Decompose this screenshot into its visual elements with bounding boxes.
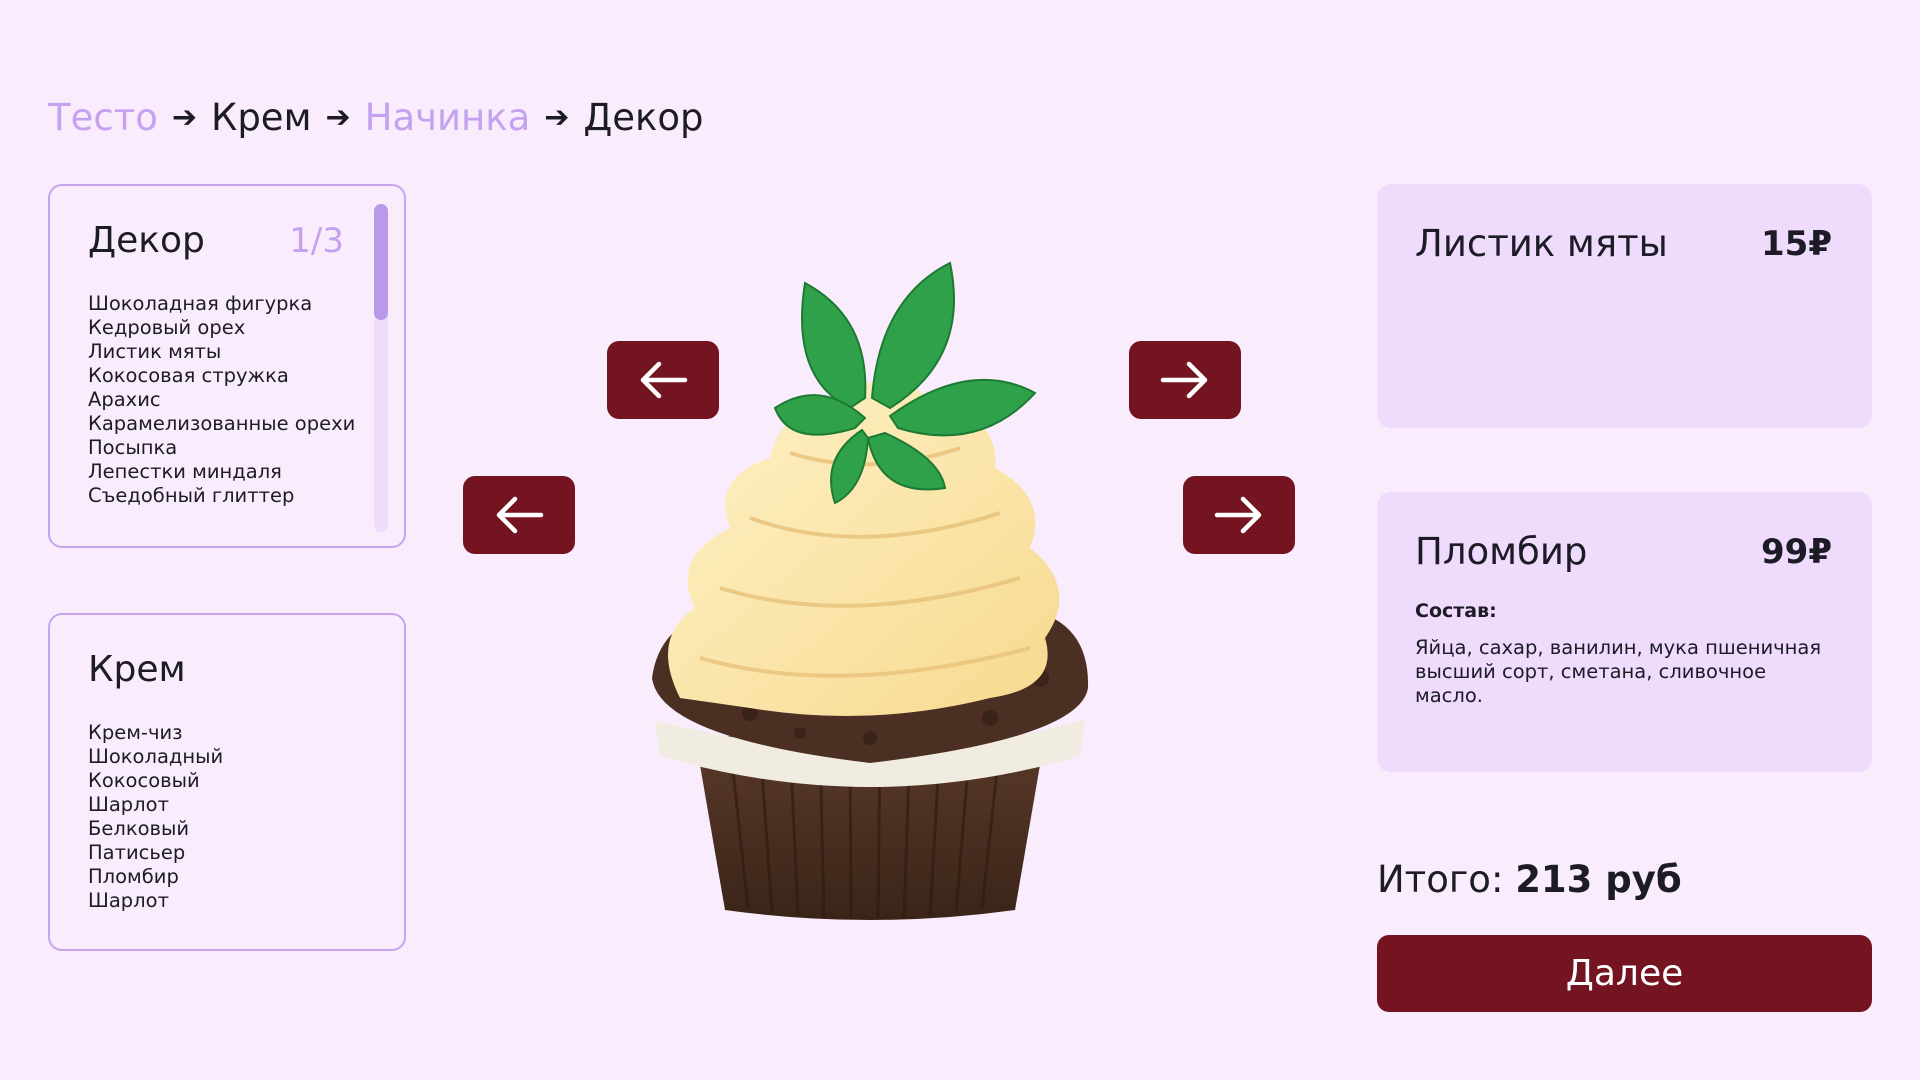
cream-next-button[interactable]	[1183, 476, 1295, 554]
selected-cream-header: Пломбир 99₽	[1415, 530, 1832, 573]
arrow-right-icon	[1160, 361, 1208, 399]
decor-option[interactable]: Листик мяты	[88, 340, 355, 364]
cream-options-list: Крем-чиз Шоколадный Кокосовый Шарлот Бел…	[88, 721, 223, 913]
selected-cream-price: 99₽	[1761, 531, 1832, 572]
crumb-filling[interactable]: Начинка	[365, 92, 531, 144]
crumb-decor[interactable]: Декор	[583, 92, 703, 144]
cream-list-card: Крем Крем-чиз Шоколадный Кокосовый Шарло…	[48, 613, 406, 951]
decor-list-page-indicator: 1/3	[289, 220, 344, 261]
crumb-arrow-icon: ➔	[544, 100, 570, 135]
cream-list-title: Крем	[88, 649, 186, 690]
selected-cream-title: Пломбир	[1415, 530, 1588, 573]
total-label: Итого:	[1377, 858, 1504, 901]
cupcake-image	[652, 261, 1089, 920]
cream-option[interactable]: Пломбир	[88, 865, 223, 889]
composition-text: Яйца, сахар, ванилин, мука пшеничная выс…	[1415, 636, 1822, 707]
decor-list-title: Декор	[88, 220, 205, 261]
cream-option[interactable]: Шоколадный	[88, 745, 223, 769]
arrow-right-icon	[1214, 496, 1262, 534]
cream-option[interactable]: Кокосовый	[88, 769, 223, 793]
decor-option[interactable]: Арахис	[88, 388, 355, 412]
decor-option[interactable]: Съедобный глиттер	[88, 484, 355, 508]
decor-option[interactable]: Карамелизованные орехи	[88, 412, 355, 436]
crumb-cream[interactable]: Крем	[211, 92, 311, 144]
decor-options-list: Шоколадная фигурка Кедровый орех Листик …	[88, 292, 355, 508]
selected-decor-header: Листик мяты 15₽	[1415, 222, 1832, 265]
selected-decor-price: 15₽	[1761, 223, 1832, 264]
decor-next-button[interactable]	[1129, 341, 1241, 419]
total-price: Итого: 213 руб	[1377, 858, 1682, 901]
selected-decor-card: Листик мяты 15₽	[1377, 184, 1872, 428]
decor-list-header: Декор 1/3	[88, 220, 344, 261]
decor-scrollbar[interactable]	[374, 204, 388, 532]
cream-option[interactable]: Шарлот	[88, 793, 223, 817]
cream-prev-button[interactable]	[463, 476, 575, 554]
composition-label: Состав:	[1415, 600, 1497, 622]
decor-scrollbar-thumb[interactable]	[374, 204, 388, 320]
crumb-dough[interactable]: Тесто	[48, 92, 158, 144]
selected-decor-title: Листик мяты	[1415, 222, 1668, 265]
total-value: 213 руб	[1515, 858, 1682, 901]
cream-option[interactable]: Патисьер	[88, 841, 223, 865]
cream-list-header: Крем	[88, 649, 344, 690]
selected-cream-card: Пломбир 99₽ Состав: Яйца, сахар, ванилин…	[1377, 492, 1872, 772]
decor-option[interactable]: Шоколадная фигурка	[88, 292, 355, 316]
decor-option[interactable]: Посыпка	[88, 436, 355, 460]
decor-option[interactable]: Кокосовая стружка	[88, 364, 355, 388]
decor-option[interactable]: Лепестки миндаля	[88, 460, 355, 484]
arrow-left-icon	[496, 496, 544, 534]
cream-option[interactable]: Белковый	[88, 817, 223, 841]
crumb-arrow-icon: ➔	[171, 100, 198, 135]
cream-option[interactable]: Крем-чиз	[88, 721, 223, 745]
decor-option[interactable]: Кедровый орех	[88, 316, 355, 340]
breadcrumb: Тесто ➔ Крем ➔ Начинка ➔ Декор	[48, 92, 704, 144]
decor-list-card: Декор 1/3 Шоколадная фигурка Кедровый ор…	[48, 184, 406, 548]
cream-option[interactable]: Шарлот	[88, 889, 223, 913]
crumb-arrow-icon: ➔	[325, 100, 351, 135]
next-button[interactable]: Далее	[1377, 935, 1872, 1012]
constructor-screen: Тесто ➔ Крем ➔ Начинка ➔ Декор Декор 1/3…	[0, 0, 1920, 1080]
